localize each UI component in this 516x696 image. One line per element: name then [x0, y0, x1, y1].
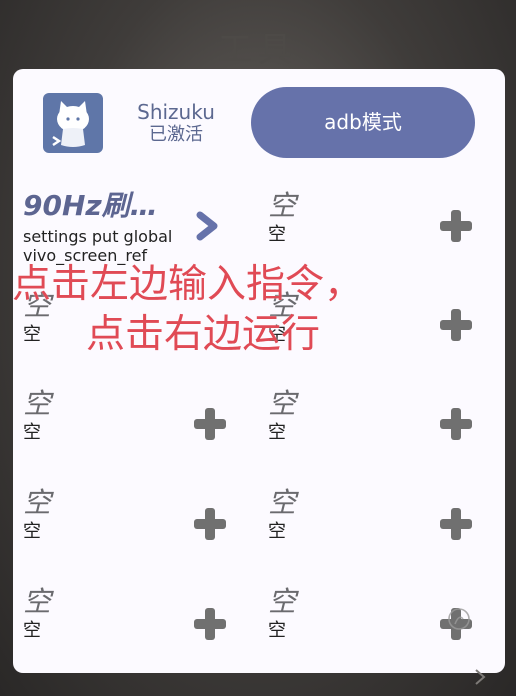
- command-slot-8[interactable]: 空 空: [268, 486, 428, 556]
- slot-subtitle: 空: [23, 620, 41, 641]
- slot-title: 空: [23, 486, 52, 519]
- adb-mode-button[interactable]: adb模式: [251, 87, 475, 158]
- slot-title: 空: [23, 387, 52, 420]
- instruction-overlay-line2: 点击右边运行: [86, 312, 321, 357]
- slot-subtitle: 空: [23, 324, 41, 345]
- slot-subtitle: 空: [268, 620, 286, 641]
- command-slot-1[interactable]: 90Hz刷… settings put global vivo_screen_r…: [23, 189, 203, 269]
- app-status: 已激活: [149, 124, 203, 145]
- add-plus-icon[interactable]: [194, 408, 226, 440]
- app-name: Shizuku: [137, 100, 215, 124]
- background-page-title: 工具: [218, 30, 298, 70]
- add-plus-icon[interactable]: [440, 309, 472, 341]
- tap-gesture-icon: [448, 608, 470, 630]
- add-plus-icon[interactable]: [194, 508, 226, 540]
- command-slot-5[interactable]: 空 空: [23, 387, 183, 457]
- command-slot-10[interactable]: 空 空: [268, 585, 428, 655]
- panel-header: Shizuku 已激活 adb模式: [13, 69, 505, 177]
- instruction-overlay-line1: 点击左边输入指令，: [12, 262, 364, 307]
- run-chevron-icon[interactable]: [195, 211, 221, 241]
- add-plus-icon[interactable]: [440, 508, 472, 540]
- command-slot-2[interactable]: 空 空: [268, 189, 428, 259]
- add-plus-icon[interactable]: [440, 210, 472, 242]
- slot-title: 空: [23, 585, 52, 618]
- slot-title: 空: [268, 585, 297, 618]
- slot-title: 90Hz刷…: [23, 189, 158, 222]
- cat-icon: [52, 101, 89, 147]
- slot-subtitle: 空: [23, 521, 41, 542]
- slot-command-line: settings put global: [23, 227, 173, 246]
- command-slot-9[interactable]: 空 空: [23, 585, 183, 655]
- shizuku-app-icon[interactable]: [43, 93, 103, 153]
- slot-command: settings put global vivo_screen_ref: [23, 227, 183, 265]
- command-slot-7[interactable]: 空 空: [23, 486, 183, 556]
- tools-panel: Shizuku 已激活 adb模式 90Hz刷… settings put gl…: [13, 69, 505, 673]
- add-plus-icon[interactable]: [440, 408, 472, 440]
- slot-title: 空: [268, 486, 297, 519]
- slot-subtitle: 空: [23, 422, 41, 443]
- slot-subtitle: 空: [268, 422, 286, 443]
- slot-title: 空: [268, 387, 297, 420]
- slot-subtitle: 空: [268, 521, 286, 542]
- slot-title: 空: [268, 189, 297, 222]
- add-plus-icon[interactable]: [194, 608, 226, 640]
- gesture-chevron-icon: [475, 669, 486, 685]
- slot-subtitle: 空: [268, 224, 286, 245]
- command-slot-6[interactable]: 空 空: [268, 387, 428, 457]
